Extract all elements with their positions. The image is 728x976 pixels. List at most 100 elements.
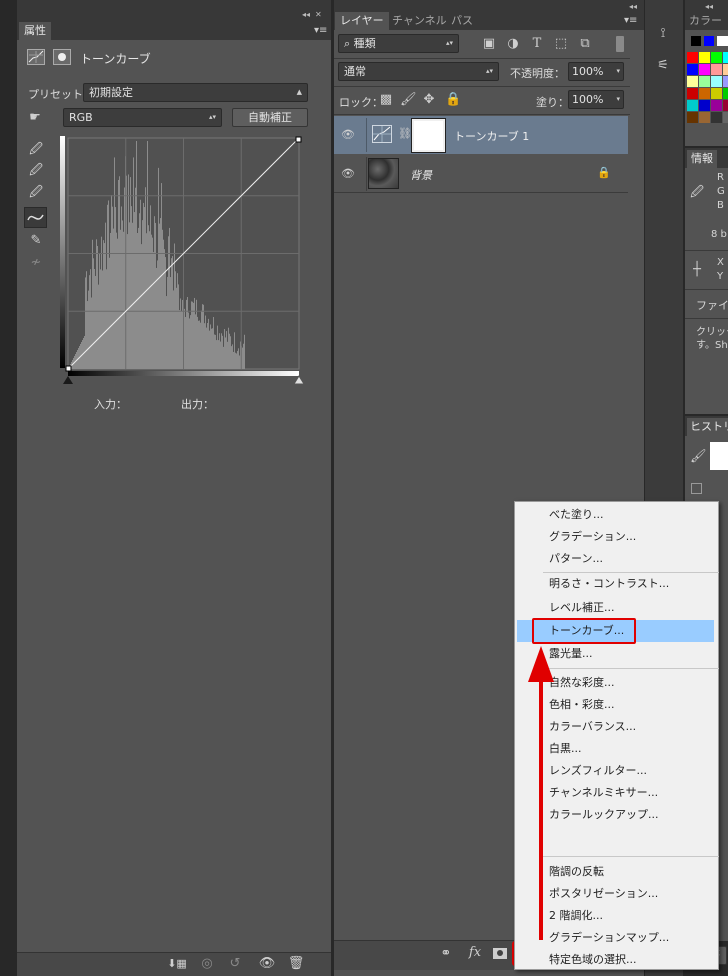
collapse-layers-icon[interactable]: ◂◂: [629, 2, 637, 11]
eye-icon[interactable]: 👁: [340, 166, 356, 182]
filter-toggle-icon[interactable]: [616, 36, 624, 52]
swatch-white[interactable]: [717, 36, 728, 46]
swatch-blue[interactable]: [704, 36, 714, 46]
curves-graph[interactable]: [60, 136, 304, 386]
layer-filter-dropdown[interactable]: ⌕ 種類 ▴▾: [338, 34, 459, 53]
layer-row-background[interactable]: 👁 背景 🔒: [334, 155, 628, 193]
black-point-eyedropper-icon[interactable]: 🖉: [26, 142, 46, 158]
menu-item[interactable]: グラデーションマップ...: [549, 927, 669, 948]
tab-color[interactable]: カラー: [687, 12, 724, 30]
filter-shape-icon[interactable]: ⬚: [553, 36, 569, 52]
menu-item[interactable]: グラデーション...: [549, 526, 636, 547]
swatch[interactable]: [699, 112, 710, 123]
menu-item[interactable]: カラーバランス...: [549, 716, 636, 737]
swatch[interactable]: [699, 100, 710, 111]
target-adjust-hand-icon[interactable]: ☛: [24, 110, 46, 126]
eye-icon[interactable]: 👁: [340, 127, 356, 143]
tab-layers[interactable]: レイヤー: [335, 12, 389, 30]
tab-history[interactable]: ヒストリー: [687, 418, 728, 436]
menu-item[interactable]: 2 階調化...: [549, 905, 603, 926]
visibility-icon[interactable]: 👁: [256, 956, 278, 972]
channel-dropdown[interactable]: RGB ▴▾: [63, 108, 222, 127]
white-point-eyedropper-icon[interactable]: 🖉: [26, 185, 46, 201]
menu-item[interactable]: カラールックアップ...: [549, 804, 659, 825]
swatch[interactable]: [699, 88, 710, 99]
menu-item[interactable]: チャンネルミキサー...: [549, 782, 658, 803]
swatch[interactable]: [711, 76, 722, 87]
filter-smart-object-icon[interactable]: ⧉: [577, 36, 593, 52]
swatch[interactable]: [723, 100, 728, 111]
layer-name[interactable]: 背景: [410, 167, 432, 183]
menu-item[interactable]: レベル補正...: [549, 597, 615, 618]
filter-type-icon[interactable]: T: [529, 36, 545, 52]
swatch[interactable]: [699, 64, 710, 75]
tab-channels[interactable]: チャンネル: [387, 12, 452, 30]
filter-adjustment-icon[interactable]: ◑: [505, 36, 521, 52]
preset-dropdown[interactable]: 初期設定 ▲: [83, 83, 308, 102]
mask-icon[interactable]: [53, 49, 71, 65]
curve-point-tool-icon[interactable]: [24, 207, 47, 228]
layer-name[interactable]: トーンカーブ 1: [454, 128, 529, 144]
swatch[interactable]: [723, 88, 728, 99]
swatch[interactable]: [723, 112, 728, 123]
menu-item[interactable]: レンズフィルター...: [549, 760, 647, 781]
snapshot-thumbnail[interactable]: [710, 442, 728, 470]
tool-presets-icon[interactable]: ⚟: [651, 58, 675, 74]
auto-button[interactable]: 自動補正: [232, 108, 308, 127]
swatch[interactable]: [711, 88, 722, 99]
swatch[interactable]: [699, 76, 710, 87]
swatch[interactable]: [723, 52, 728, 63]
swatch[interactable]: [711, 52, 722, 63]
tab-info[interactable]: 情報: [687, 150, 717, 168]
layer-row-curves[interactable]: 👁 ⛓ トーンカーブ 1: [334, 116, 628, 154]
collapse-icon[interactable]: ◂◂: [302, 10, 310, 19]
blend-mode-dropdown[interactable]: 通常 ▴▾: [338, 62, 499, 81]
swatch[interactable]: [711, 64, 722, 75]
menu-item[interactable]: パターン...: [549, 548, 603, 569]
clip-to-layer-icon[interactable]: ⬇▦: [166, 956, 188, 972]
history-brush-icon[interactable]: 🖌: [690, 449, 707, 465]
swatch[interactable]: [687, 64, 698, 75]
swatch[interactable]: [687, 52, 698, 63]
swatch[interactable]: [699, 52, 710, 63]
link-icon[interactable]: ⛓: [398, 126, 412, 142]
tab-paths[interactable]: パス: [446, 12, 478, 30]
swatch[interactable]: [687, 88, 698, 99]
menu-item[interactable]: 階調の反転: [549, 861, 604, 882]
brushes-icon[interactable]: ⟟: [651, 26, 675, 42]
swatch[interactable]: [687, 76, 698, 87]
view-previous-icon[interactable]: ◎: [196, 956, 218, 972]
menu-item[interactable]: 自然な彩度...: [549, 672, 615, 693]
swatch-black[interactable]: [691, 36, 701, 46]
delete-adjustment-icon[interactable]: 🗑: [285, 956, 307, 972]
lock-transparent-icon[interactable]: ▩: [379, 92, 393, 108]
reset-icon[interactable]: ↺: [224, 956, 246, 972]
menu-item[interactable]: 特定色域の選択...: [549, 949, 637, 970]
layer-mask-thumbnail[interactable]: [411, 118, 446, 153]
swatch[interactable]: [723, 76, 728, 87]
link-layers-icon[interactable]: ⚭: [437, 946, 455, 962]
fx-icon[interactable]: fx: [465, 945, 485, 961]
opacity-input[interactable]: 100% ▾: [568, 62, 624, 81]
filter-pixel-icon[interactable]: ▣: [481, 36, 497, 52]
gray-point-eyedropper-icon[interactable]: 🖉: [26, 163, 46, 179]
history-checkbox[interactable]: [691, 483, 702, 494]
background-thumbnail[interactable]: [368, 158, 399, 189]
swatch[interactable]: [711, 112, 722, 123]
menu-item[interactable]: 色相・彩度...: [549, 694, 615, 715]
menu-item[interactable]: べた塗り...: [549, 504, 604, 525]
swatch[interactable]: [687, 112, 698, 123]
lock-position-icon[interactable]: ✥: [422, 92, 436, 108]
add-mask-icon[interactable]: [493, 948, 507, 959]
lock-all-icon[interactable]: 🔒: [445, 92, 461, 108]
layers-menu-icon[interactable]: ▾≡: [624, 15, 637, 26]
close-icon[interactable]: ✕: [315, 10, 322, 19]
swatch[interactable]: [723, 64, 728, 75]
swatch[interactable]: [711, 100, 722, 111]
menu-item[interactable]: 明るさ・コントラスト...: [549, 573, 669, 594]
smooth-curve-icon[interactable]: ≁: [26, 255, 46, 271]
pencil-icon[interactable]: ✎: [26, 233, 46, 249]
panel-menu-icon[interactable]: ▾≡: [314, 25, 327, 36]
swatch[interactable]: [687, 100, 698, 111]
menu-item[interactable]: ポスタリゼーション...: [549, 883, 658, 904]
